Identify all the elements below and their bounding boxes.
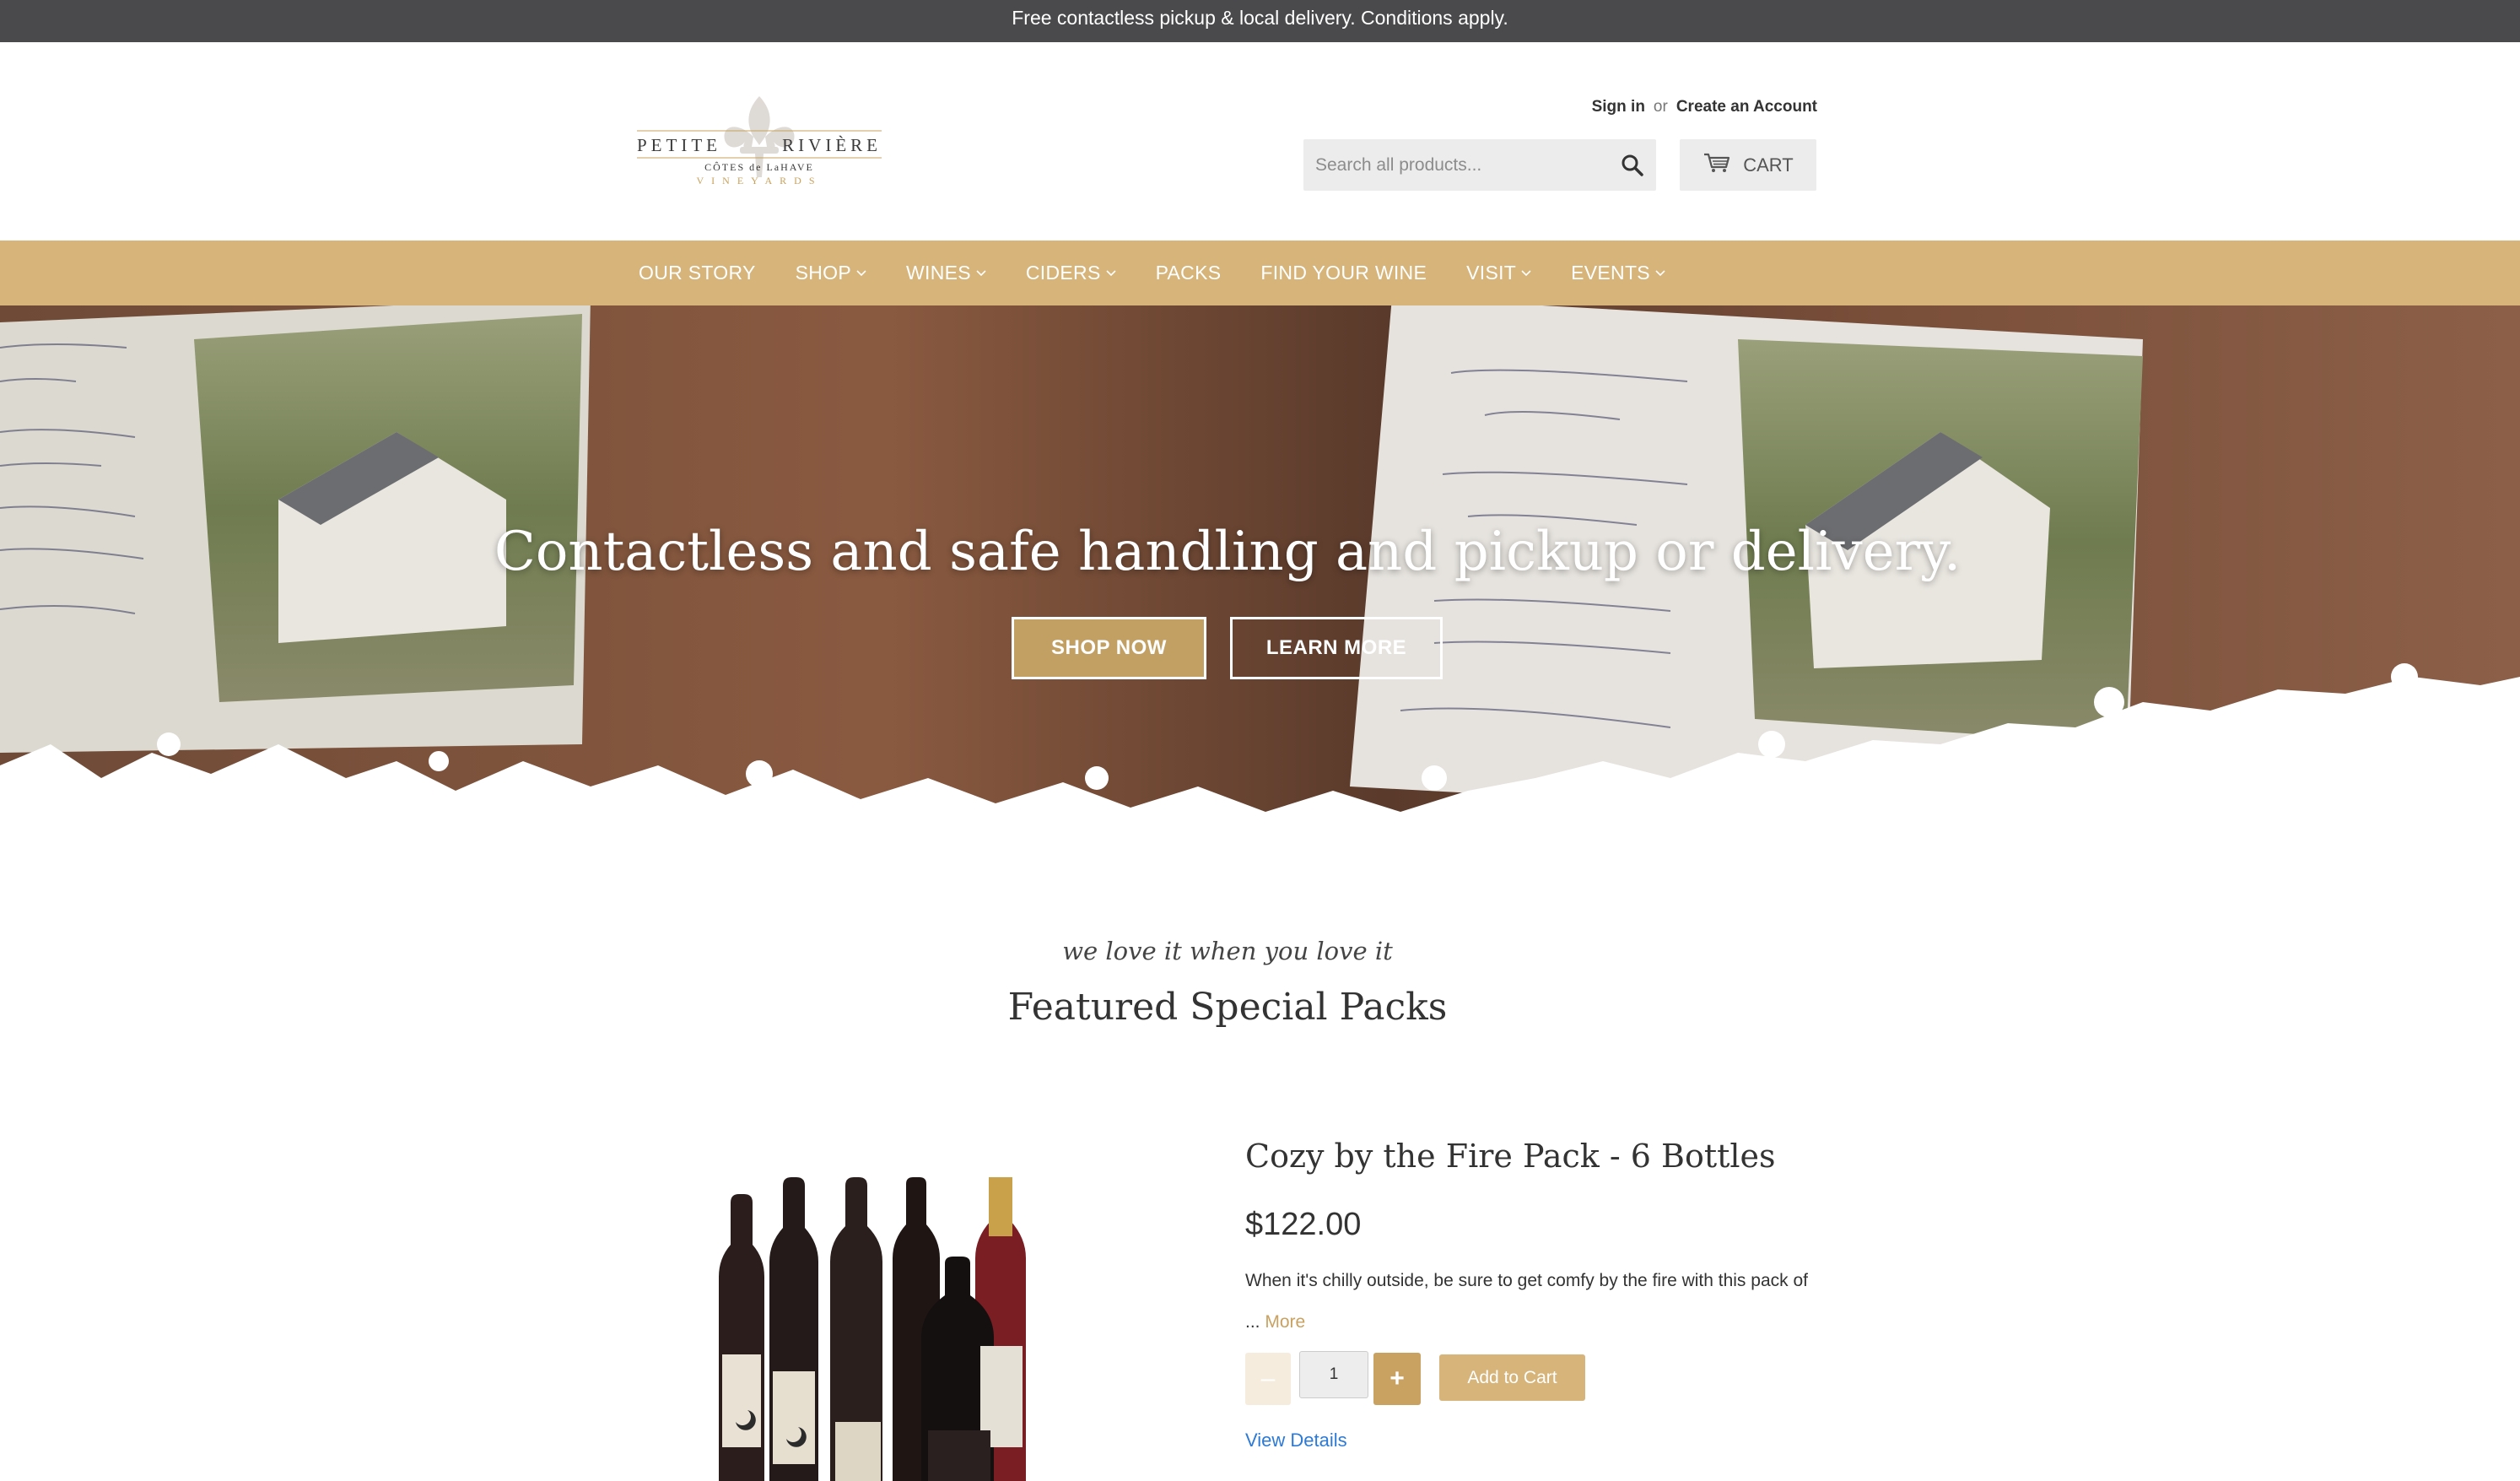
account-links: Sign in or Create an Account bbox=[1519, 98, 1817, 116]
nav-item-label: FIND YOUR WINE bbox=[1260, 262, 1427, 284]
site-header: PETITE RIVIÈRE CÔTES de LaHAVE VINEYARDS… bbox=[0, 42, 2520, 241]
wine-bottles-icon bbox=[719, 1177, 1026, 1481]
nav-item-ciders[interactable]: CIDERS bbox=[1026, 262, 1116, 284]
learn-more-button[interactable]: LEARN MORE bbox=[1230, 617, 1443, 679]
nav-item-find-your-wine[interactable]: FIND YOUR WINE bbox=[1260, 262, 1427, 284]
logo-word-left: PETITE bbox=[637, 135, 721, 155]
quantity-increase-button[interactable]: + bbox=[1373, 1353, 1421, 1405]
product-title[interactable]: Cozy by the Fire Pack - 6 Bottles bbox=[1245, 1138, 1776, 1175]
nav-item-events[interactable]: EVENTS bbox=[1571, 262, 1665, 284]
site-logo[interactable]: PETITE RIVIÈRE CÔTES de LaHAVE VINEYARDS bbox=[637, 93, 882, 190]
search-icon[interactable] bbox=[1621, 154, 1644, 181]
chevron-down-icon bbox=[1521, 269, 1531, 276]
hero-banner: Contactless and safe handling and pickup… bbox=[0, 305, 2520, 888]
search-bar bbox=[1303, 139, 1656, 191]
featured-tagline: we love it when you love it bbox=[1062, 937, 1393, 965]
cart-button[interactable]: CART bbox=[1680, 139, 1816, 191]
nav-item-label: CIDERS bbox=[1025, 262, 1101, 284]
product-price: $122.00 bbox=[1245, 1207, 1362, 1242]
nav-item-shop[interactable]: SHOP bbox=[796, 262, 866, 284]
chevron-down-icon bbox=[1106, 269, 1116, 276]
featured-title: Featured Special Packs bbox=[1007, 986, 1448, 1029]
product-more-line: ... More bbox=[1245, 1312, 1305, 1332]
chevron-down-icon bbox=[976, 269, 986, 276]
quantity-decrease-button[interactable]: – bbox=[1245, 1353, 1291, 1405]
search-input[interactable] bbox=[1303, 139, 1611, 191]
announcement-bar: Free contactless pickup & local delivery… bbox=[0, 0, 2520, 42]
nav-item-label: VISIT bbox=[1466, 262, 1517, 284]
quantity-input[interactable] bbox=[1299, 1351, 1368, 1398]
logo-subtitle: CÔTES de LaHAVE bbox=[704, 161, 814, 173]
nav-item-packs[interactable]: PACKS bbox=[1156, 262, 1222, 284]
cart-label: CART bbox=[1743, 154, 1794, 176]
product-image[interactable] bbox=[692, 1177, 1071, 1481]
main-nav: OUR STORY SHOP WINES CIDERS PACKS FIND Y… bbox=[0, 241, 2520, 305]
cart-icon bbox=[1702, 152, 1731, 179]
hero-title: Contactless and safe handling and pickup… bbox=[494, 521, 1961, 583]
nav-item-label: OUR STORY bbox=[639, 262, 756, 284]
nav-item-label: WINES bbox=[906, 262, 971, 284]
add-to-cart-button[interactable]: Add to Cart bbox=[1439, 1354, 1585, 1401]
nav-item-label: SHOP bbox=[795, 262, 851, 284]
nav-item-visit[interactable]: VISIT bbox=[1466, 262, 1531, 284]
logo-vineyards: VINEYARDS bbox=[696, 175, 823, 186]
nav-item-label: PACKS bbox=[1155, 262, 1222, 284]
description-ellipsis: ... bbox=[1245, 1312, 1260, 1332]
nav-item-our-story[interactable]: OUR STORY bbox=[639, 262, 756, 284]
sign-in-link[interactable]: Sign in bbox=[1592, 98, 1645, 116]
view-details-link[interactable]: View Details bbox=[1245, 1430, 1347, 1451]
chevron-down-icon bbox=[856, 269, 866, 276]
chevron-down-icon bbox=[1655, 269, 1665, 276]
nav-item-wines[interactable]: WINES bbox=[906, 262, 986, 284]
shop-now-button[interactable]: SHOP NOW bbox=[1012, 617, 1206, 679]
nav-item-label: EVENTS bbox=[1571, 262, 1650, 284]
more-link[interactable]: More bbox=[1265, 1312, 1305, 1332]
hero-background-image bbox=[0, 305, 2520, 888]
announcement-text: Free contactless pickup & local delivery… bbox=[1012, 7, 1508, 29]
logo-word-right: RIVIÈRE bbox=[782, 135, 882, 155]
product-description: When it's chilly outside, be sure to get… bbox=[1245, 1271, 1808, 1290]
account-or-text: or bbox=[1653, 98, 1668, 116]
logo-wordmark: PETITE RIVIÈRE bbox=[637, 135, 882, 156]
create-account-link[interactable]: Create an Account bbox=[1676, 98, 1817, 116]
